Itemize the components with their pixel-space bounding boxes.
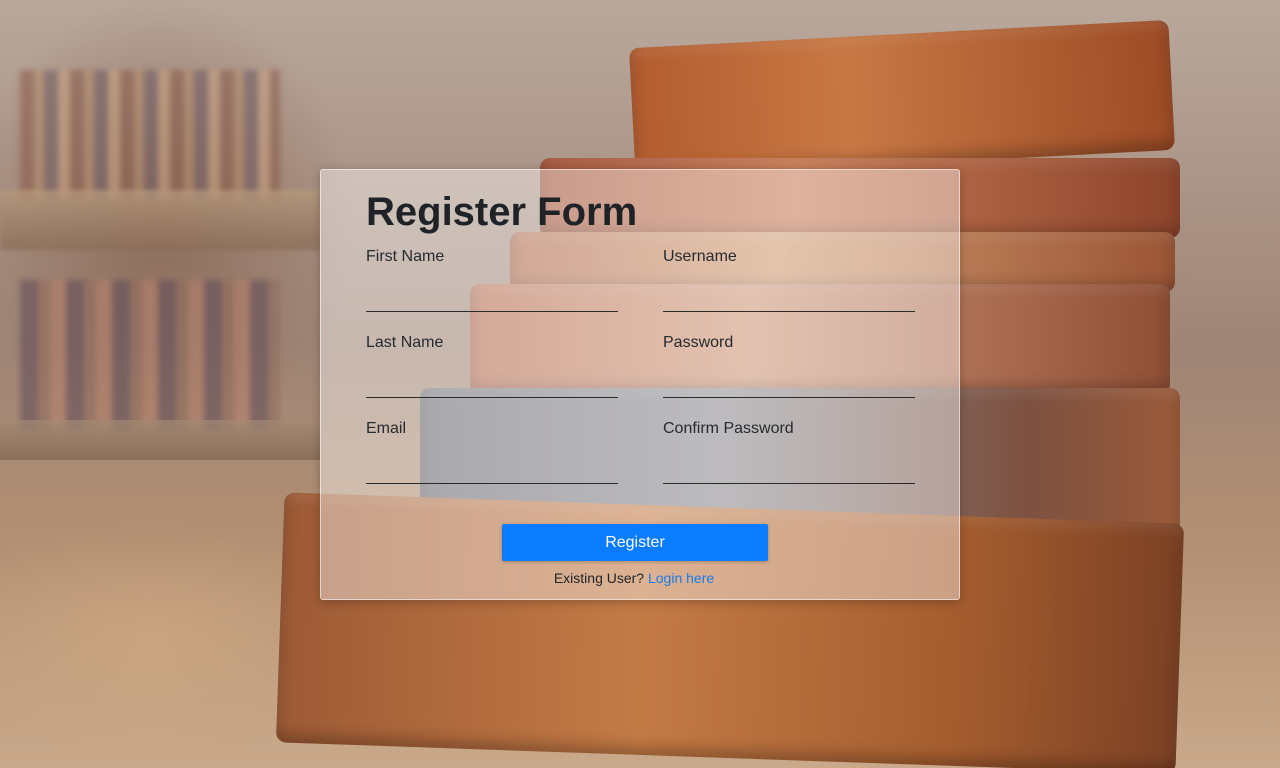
login-link[interactable]: Login here [648,570,714,586]
shelf-lower [0,420,320,460]
username-label: Username [663,248,737,265]
last-name-input[interactable] [366,368,618,398]
form-title: Register Form [366,190,638,234]
first-name-input[interactable] [366,282,618,312]
username-input[interactable] [663,282,915,312]
confirm-password-label: Confirm Password [663,420,794,437]
first-name-group: First Name [366,246,618,312]
email-input[interactable] [366,454,618,484]
shelf [0,190,320,250]
register-button[interactable]: Register [502,524,768,561]
book-top [628,19,1176,179]
username-group: Username [663,246,915,312]
first-name-label: First Name [366,248,445,265]
login-prompt: Existing User? Login here [321,570,947,586]
password-group: Password [663,332,915,398]
confirm-password-input[interactable] [663,454,915,484]
bookshelf-blur-lower [20,280,280,430]
email-label: Email [366,420,407,437]
password-label: Password [663,334,734,351]
register-panel: Register Form First Name Username Last N… [320,169,960,600]
last-name-label: Last Name [366,334,444,351]
last-name-group: Last Name [366,332,618,398]
email-group: Email [366,418,618,484]
bookshelf-blur [20,70,280,200]
existing-user-text: Existing User? [553,570,645,586]
confirm-password-group: Confirm Password [663,418,915,484]
password-input[interactable] [663,368,915,398]
